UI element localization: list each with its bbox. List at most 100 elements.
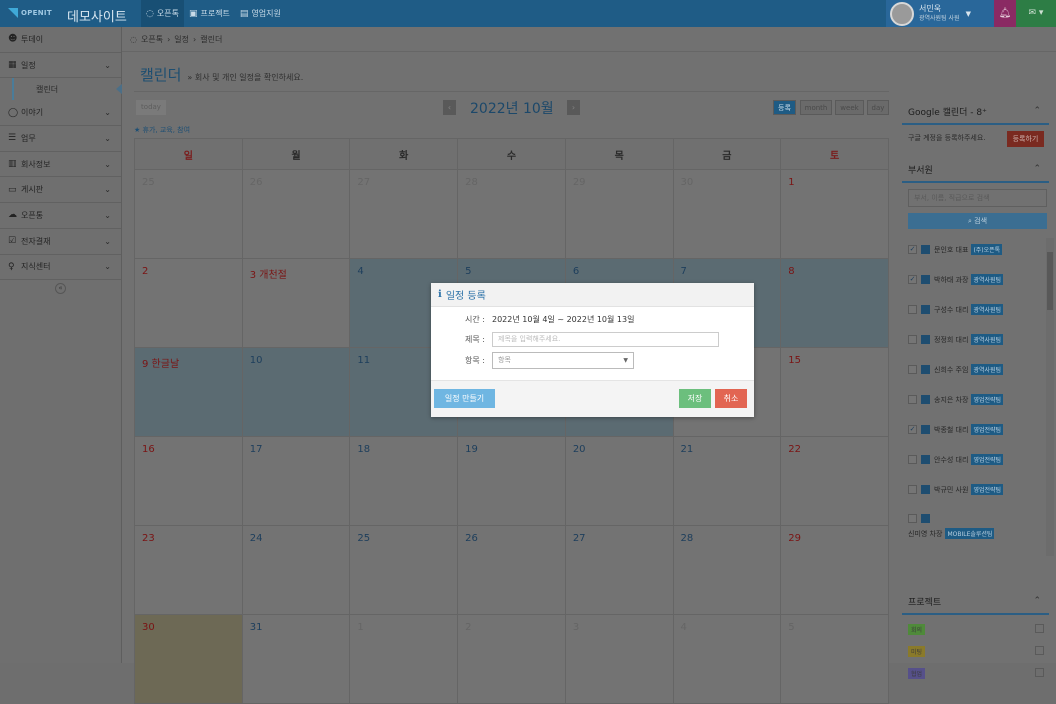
member-checkbox[interactable]: ✓ xyxy=(908,425,917,434)
project-checkbox[interactable] xyxy=(1035,668,1044,677)
day-cell[interactable]: 31 xyxy=(241,614,351,704)
subject-input[interactable]: 제목을 입력해주세요. xyxy=(492,332,719,347)
member-row[interactable]: 정정희 대리 광역사원팀 xyxy=(908,334,1004,345)
sidebar-item-opentong[interactable]: ☁ 오픈통 ⌄ xyxy=(0,203,121,229)
member-row[interactable]: 신희수 주임 광역사원팀 xyxy=(908,364,1004,375)
member-checkbox[interactable] xyxy=(908,514,917,523)
member-checkbox[interactable] xyxy=(908,485,917,494)
chevron-up-icon[interactable]: ⌃ xyxy=(1033,106,1041,116)
day-cell[interactable]: 26 xyxy=(241,169,351,259)
next-month-button[interactable]: › xyxy=(567,100,580,115)
member-checkbox[interactable]: ✓ xyxy=(908,275,917,284)
member-row[interactable] xyxy=(908,514,934,523)
day-cell[interactable]: 29 xyxy=(564,169,674,259)
make-schedule-button[interactable]: 일정 만들기 xyxy=(434,389,495,408)
google-register-button[interactable]: 등록하기 xyxy=(1007,131,1044,147)
member-list-scrollbar[interactable] xyxy=(1046,238,1054,556)
member-checkbox[interactable] xyxy=(908,305,917,314)
project-checkbox[interactable] xyxy=(1035,646,1044,655)
breadcrumb-item[interactable]: 일정 xyxy=(174,34,189,45)
member-row[interactable]: ✓ 박종철 대리 영업전략팀 xyxy=(908,424,1004,435)
day-cell[interactable]: 4 xyxy=(672,614,782,704)
day-cell[interactable]: 25 xyxy=(134,169,243,259)
sidebar-collapse[interactable]: « xyxy=(0,280,121,296)
user-menu[interactable]: 서민욱 광역사원팀 사원 ▼ xyxy=(886,0,994,27)
day-cell[interactable]: 15 xyxy=(780,347,889,437)
member-search-button[interactable]: ⌕ 검색 xyxy=(908,213,1047,229)
project-row[interactable]: 협업 xyxy=(908,665,1050,681)
sidebar-subitem-calendar[interactable]: 캘린더 xyxy=(12,78,123,101)
member-row[interactable]: 박규민 사원 영업전략팀 xyxy=(908,484,1004,495)
site-name[interactable]: 데모사이트 xyxy=(67,6,127,25)
day-cell-today[interactable]: 30 xyxy=(134,614,243,704)
sidebar-item-work[interactable]: ☰ 업무 ⌄ xyxy=(0,126,121,152)
day-cell[interactable]: 23 xyxy=(134,525,243,615)
member-checkbox[interactable]: ✓ xyxy=(908,245,917,254)
day-cell[interactable]: 20 xyxy=(564,436,674,526)
nav-sales[interactable]: ▤ 영업지원 xyxy=(235,0,286,27)
view-month-button[interactable]: month xyxy=(800,100,832,115)
day-cell[interactable]: 24 xyxy=(241,525,351,615)
day-cell[interactable]: 27 xyxy=(349,169,459,259)
day-cell[interactable]: 19 xyxy=(457,436,566,526)
day-cell[interactable]: 1 xyxy=(349,614,459,704)
day-cell[interactable]: 5 xyxy=(780,614,889,704)
day-cell[interactable]: 1 xyxy=(780,169,889,259)
member-row[interactable]: ✓ 박하태 과장 광역사원팀 xyxy=(908,274,1004,285)
day-cell[interactable]: 2 xyxy=(134,258,243,348)
chevron-up-icon[interactable]: ⌃ xyxy=(1033,596,1041,606)
sidebar-item-story[interactable]: ◯ 이야기 ⌄ xyxy=(0,100,121,127)
prev-month-button[interactable]: ‹ xyxy=(443,100,456,115)
day-cell[interactable]: 29 xyxy=(780,525,889,615)
project-checkbox[interactable] xyxy=(1035,624,1044,633)
day-cell[interactable]: 27 xyxy=(564,525,674,615)
day-cell[interactable]: 25 xyxy=(349,525,459,615)
day-cell[interactable]: 21 xyxy=(672,436,782,526)
save-button[interactable]: 저장 xyxy=(679,389,711,408)
day-cell[interactable]: 26 xyxy=(457,525,566,615)
member-checkbox[interactable] xyxy=(908,365,917,374)
nav-opentalk[interactable]: ◌ 오픈톡 xyxy=(141,0,184,27)
member-checkbox[interactable] xyxy=(908,395,917,404)
project-row[interactable]: 회의 xyxy=(908,621,1050,637)
mail-icon[interactable]: ✉ ▾ xyxy=(1016,0,1056,27)
category-select[interactable]: 항목 ▼ xyxy=(492,352,634,369)
project-row[interactable]: 미팅 xyxy=(908,643,1050,659)
breadcrumb-item[interactable]: 오픈톡 xyxy=(141,34,163,45)
view-register-button[interactable]: 등록 xyxy=(773,100,796,115)
sidebar-item-today[interactable]: ☻ 투데이 xyxy=(0,27,121,53)
view-day-button[interactable]: day xyxy=(867,100,889,115)
day-cell[interactable]: 28 xyxy=(672,525,782,615)
sidebar-item-company[interactable]: ▥ 회사정보 ⌄ xyxy=(0,152,121,178)
chevron-up-icon[interactable]: ⌃ xyxy=(1033,164,1041,174)
member-checkbox[interactable] xyxy=(908,455,917,464)
day-cell[interactable]: 10 xyxy=(241,347,351,437)
sidebar-item-knowledge[interactable]: ♀ 지식센터 ⌄ xyxy=(0,255,121,281)
sidebar-item-schedule[interactable]: ▦ 일정 ⌄ xyxy=(0,53,121,79)
day-cell[interactable]: 16 xyxy=(134,436,243,526)
breadcrumb-item[interactable]: 캘린더 xyxy=(200,34,222,45)
member-row[interactable]: 송지은 차장 영업전략팀 xyxy=(908,394,1004,405)
member-search-input[interactable]: 부서, 이름, 직급으로 검색 xyxy=(908,189,1047,207)
member-row[interactable]: ✓ 문인호 대표 (주)오픈톡 xyxy=(908,244,1003,255)
view-week-button[interactable]: week xyxy=(835,100,864,115)
scrollbar-thumb[interactable] xyxy=(1047,252,1053,310)
member-row[interactable]: 안수성 대리 영업전략팀 xyxy=(908,454,1004,465)
cancel-button[interactable]: 취소 xyxy=(715,389,747,408)
day-cell[interactable]: 3 xyxy=(564,614,674,704)
day-cell[interactable]: 28 xyxy=(457,169,566,259)
day-cell[interactable]: 9 한글날 xyxy=(134,347,243,437)
today-button[interactable]: today xyxy=(136,100,166,115)
sidebar-item-approval[interactable]: ☑ 전자결재 ⌄ xyxy=(0,229,121,255)
sidebar-item-board[interactable]: ▭ 게시판 ⌄ xyxy=(0,177,121,204)
member-checkbox[interactable] xyxy=(908,335,917,344)
logo[interactable]: OPENIT xyxy=(8,4,52,22)
day-cell[interactable]: 22 xyxy=(780,436,889,526)
day-cell[interactable]: 17 xyxy=(241,436,351,526)
bell-icon[interactable]: 🔔︎ xyxy=(994,0,1016,27)
nav-project[interactable]: ▣ 프로젝트 xyxy=(184,0,235,27)
member-row[interactable]: 구성수 대리 광역사원팀 xyxy=(908,304,1004,315)
day-cell[interactable]: 8 xyxy=(780,258,889,348)
day-cell[interactable]: 2 xyxy=(457,614,566,704)
day-cell[interactable]: 30 xyxy=(672,169,782,259)
